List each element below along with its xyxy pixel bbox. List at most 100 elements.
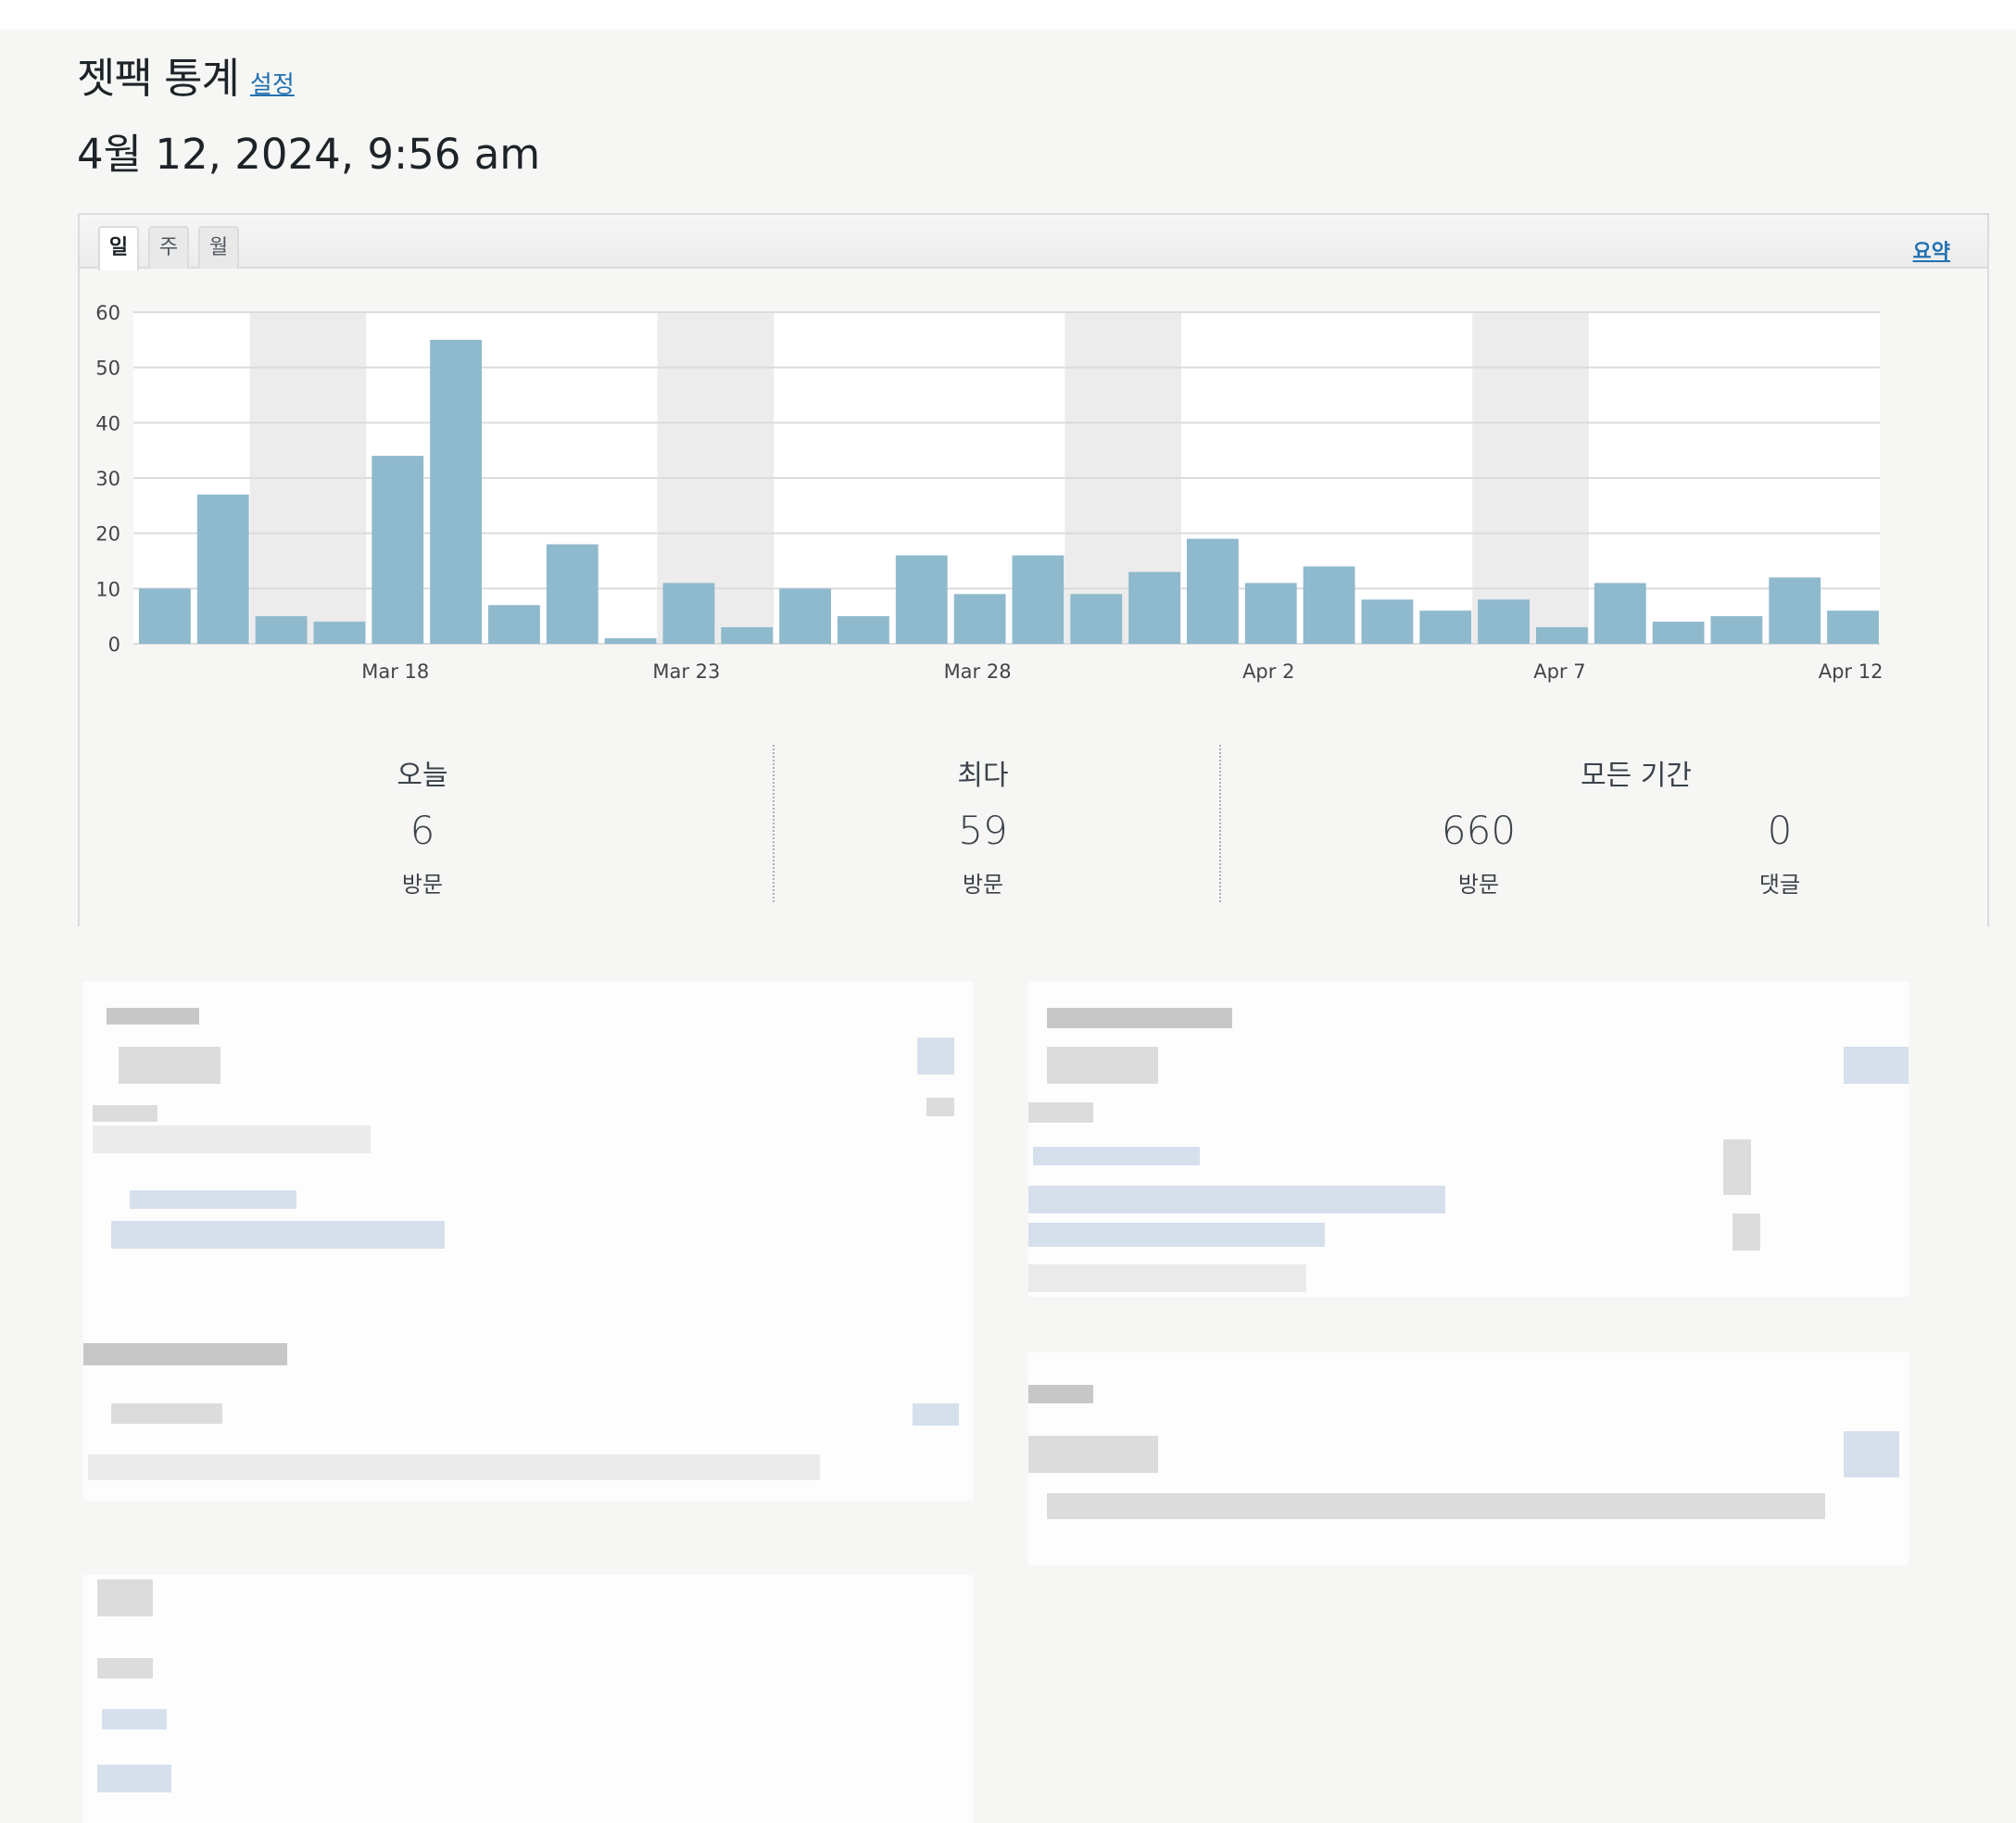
y-tick-label: 10 (95, 578, 120, 600)
stat-today-unit: 방문 (401, 872, 444, 898)
settings-link[interactable]: 설정 (250, 66, 295, 100)
obscured-block (93, 1105, 158, 1122)
bar (1710, 616, 1763, 644)
tab-week[interactable]: 주 (148, 226, 189, 269)
bar (1769, 577, 1821, 644)
bar (1536, 627, 1588, 644)
obscured-card (83, 982, 973, 1352)
obscured-block (130, 1190, 296, 1209)
stat-all-time-comments-unit: 댓글 (1758, 872, 1801, 898)
obscured-block (111, 1221, 445, 1249)
bar (139, 588, 191, 644)
stat-today: 오늘 6 방문 (330, 743, 515, 900)
bar (196, 494, 249, 644)
bar (604, 638, 657, 644)
x-tick-label: Mar 28 (944, 660, 1012, 683)
obscured-block (97, 1579, 153, 1616)
stat-today-value: 6 (410, 808, 435, 853)
stats-panel: 일 주 월 요약 0 10 20 30 40 50 60 Mar 18 Mar 23 Mar 28… (78, 213, 1989, 926)
obscured-block (97, 1658, 153, 1678)
stat-divider (773, 745, 775, 902)
stat-divider (1219, 745, 1221, 902)
bar (488, 605, 540, 644)
obscured-block (1047, 1493, 1825, 1519)
top-bar (0, 0, 2016, 30)
obscured-block (917, 1037, 954, 1075)
bar (895, 555, 948, 644)
obscured-content (56, 926, 1927, 1823)
obscured-block (1028, 1186, 1445, 1213)
bar (546, 544, 598, 644)
stat-all-time-comments: 0 댓글 (1696, 793, 1863, 899)
obscured-card (83, 1575, 973, 1823)
x-tick-label: Apr 2 (1242, 660, 1294, 683)
tab-month[interactable]: 월 (198, 226, 239, 269)
bar (1419, 610, 1472, 644)
x-tick-label: Apr 7 (1533, 660, 1585, 683)
visits-bar-chart: 0 10 20 30 40 50 60 Mar 18 Mar 23 Mar 28 Apr 2 Apr … (95, 302, 1884, 683)
bar (430, 339, 482, 644)
bar (1478, 599, 1530, 644)
stat-all-time-visits-unit: 방문 (1457, 872, 1500, 898)
stats-summary: 오늘 6 방문 최다 59 방문 모든 기간 660 방문 0 댓글 (80, 743, 1987, 928)
obscured-block (1047, 1008, 1232, 1028)
y-tick-label: 0 (108, 634, 120, 656)
bar (255, 616, 308, 644)
obscured-block (1028, 1264, 1306, 1292)
page-title: 젯팩 통계 (77, 54, 240, 103)
bar (1303, 566, 1355, 644)
bar (313, 622, 366, 644)
current-datetime: 4월 12, 2024, 9:56 am (77, 130, 541, 179)
bar (838, 616, 889, 644)
x-tick-label: Mar 18 (361, 660, 429, 683)
bar (953, 594, 1006, 644)
stat-all-time-visits-value: 660 (1441, 808, 1517, 853)
title-row: 젯팩 통계 설정 (77, 44, 295, 105)
bar (1361, 599, 1414, 644)
y-tick-label: 40 (95, 412, 120, 434)
obscured-block (97, 1765, 171, 1792)
bar (1827, 610, 1879, 644)
obscured-block (83, 1343, 287, 1365)
x-tick-label: Mar 23 (652, 660, 720, 683)
bar (662, 583, 715, 644)
y-tick-label: 30 (95, 468, 120, 490)
obscured-card (1028, 1352, 1909, 1565)
obscured-block (1028, 1223, 1325, 1247)
obscured-block (102, 1709, 167, 1729)
stat-all-time-comments-value: 0 (1767, 808, 1793, 853)
obscured-block (926, 1098, 954, 1116)
stat-all-time-visits: 660 방문 (1395, 793, 1562, 899)
stat-all-time: 모든 기간 660 방문 0 댓글 (1405, 743, 1868, 900)
period-tabbar: 일 주 월 요약 (80, 215, 1987, 270)
bar (1594, 583, 1646, 644)
bar (779, 588, 831, 644)
y-tick-label: 50 (95, 358, 120, 380)
obscured-block (1028, 1436, 1158, 1473)
obscured-block (88, 1454, 820, 1480)
obscured-block (1028, 1385, 1093, 1403)
obscured-block (1844, 1431, 1899, 1477)
bar (1244, 583, 1297, 644)
obscured-card (1028, 982, 1909, 1297)
bar (1012, 555, 1065, 644)
obscured-block (1047, 1047, 1158, 1084)
y-tick-label: 60 (95, 302, 120, 324)
obscured-block (119, 1047, 220, 1084)
bar (721, 627, 774, 644)
summary-link[interactable]: 요약 (1913, 235, 1950, 265)
x-tick-label: Apr 12 (1819, 660, 1884, 683)
bar (1187, 538, 1239, 644)
bar (1128, 572, 1180, 644)
obscured-block (1028, 1102, 1093, 1123)
bar (1652, 622, 1705, 644)
stat-best: 최다 59 방문 (890, 743, 1076, 900)
stat-all-time-label: 모든 기간 (1581, 760, 1692, 792)
obscured-block (93, 1125, 371, 1153)
stat-best-value: 59 (958, 808, 1008, 853)
obscured-block (1723, 1139, 1751, 1195)
obscured-block (111, 1403, 222, 1424)
tab-day[interactable]: 일 (98, 226, 139, 270)
y-tick-label: 20 (95, 523, 120, 546)
stat-today-label: 오늘 (397, 760, 448, 792)
